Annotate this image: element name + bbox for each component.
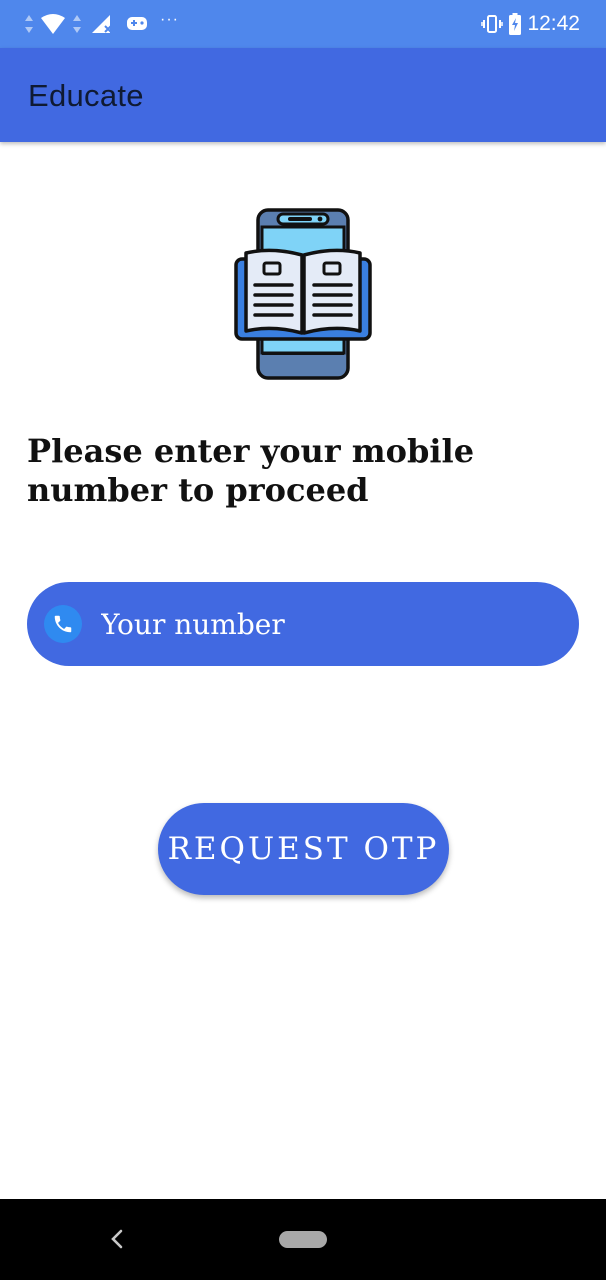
home-pill-icon[interactable]	[279, 1231, 327, 1248]
data-arrows-icon	[25, 15, 33, 33]
status-bar: ··· 12:42	[0, 0, 606, 48]
game-controller-icon	[127, 17, 147, 30]
phone-open-book-icon	[234, 208, 372, 380]
wifi-icon	[41, 14, 65, 34]
request-otp-button[interactable]: REQUEST OTP	[158, 803, 449, 895]
phone-icon	[44, 605, 82, 643]
status-right-icons: 12:42	[481, 12, 580, 36]
signal-no-sim-icon	[92, 15, 112, 33]
back-chevron-icon[interactable]	[106, 1227, 128, 1251]
battery-charging-icon	[509, 13, 522, 35]
status-left-icons: ···	[24, 11, 179, 36]
vibrate-icon	[481, 15, 504, 33]
phone-number-input[interactable]	[101, 598, 561, 650]
data-arrows-icon	[73, 15, 81, 33]
prompt-heading: Please enter your mobile number to proce…	[27, 432, 475, 509]
phone-number-field[interactable]	[27, 582, 579, 666]
status-overflow-dots: ···	[160, 11, 179, 28]
status-time: 12:42	[527, 12, 580, 35]
app-bar: Educate	[0, 48, 606, 142]
app-title: Educate	[28, 78, 144, 113]
